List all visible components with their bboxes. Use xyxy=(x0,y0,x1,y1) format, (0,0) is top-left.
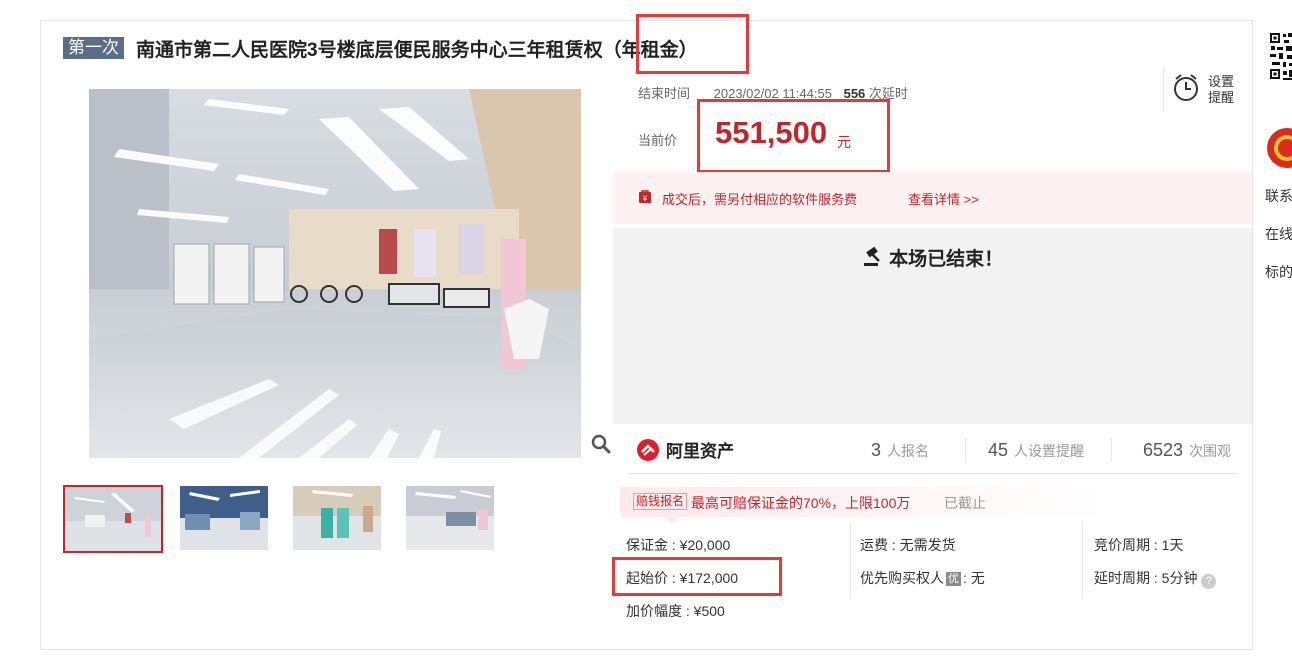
end-time-label: 结束时间 xyxy=(638,86,691,101)
title-text: 南通市第二人民医院3号楼底层便民服务中心三年租赁权 xyxy=(136,39,603,61)
priority-buyer-row: 优先购买权人优: 无 xyxy=(860,568,985,588)
set-reminder-button[interactable]: 设置提醒 xyxy=(1163,68,1252,112)
set-reminder-label: 设置提醒 xyxy=(1208,74,1235,105)
auction-ended-text: 本场已结束！ xyxy=(889,249,1004,270)
page-title: 第一次 南通市第二人民医院3号楼底层便民服务中心三年租赁权 （年租金） xyxy=(63,34,698,62)
svg-text:¥: ¥ xyxy=(642,194,648,203)
delay-count: 556 xyxy=(843,86,866,101)
auction-status-area: 本场已结束！ xyxy=(613,228,1252,424)
target-label[interactable]: 标的 xyxy=(1265,262,1292,282)
reminder-label: 人设置提醒 xyxy=(1014,443,1085,459)
current-price-value: 551,500 xyxy=(715,115,828,150)
alibaba-assets-logo: 阿里资产 xyxy=(636,437,734,462)
help-icon[interactable]: ? xyxy=(1201,574,1217,589)
compensation-status: 已截止 xyxy=(944,495,986,511)
end-time-value: 2023/02/02 11:44:55 xyxy=(713,86,832,101)
auction-round-badge: 第一次 xyxy=(63,37,124,59)
thumbnail-2[interactable] xyxy=(180,486,268,550)
thumbnail-1[interactable] xyxy=(63,485,163,553)
delay-cycle-value: 延时周期 : 5分钟 xyxy=(1094,570,1198,586)
fee-notice-text: 成交后，需另付相应的软件服务费 xyxy=(662,192,858,207)
contact-label[interactable]: 联系 xyxy=(1265,186,1292,206)
compensation-text: 最高可赔保证金的70%，上限100万 xyxy=(691,495,911,511)
increment-value: 加价幅度 : ¥500 xyxy=(626,603,725,619)
start-price-value: 起始价 : ¥172,000 xyxy=(626,570,739,586)
registered-stat: 3 人报名 xyxy=(871,440,929,461)
priority-buyer-value: : 无 xyxy=(963,570,985,586)
alibaba-assets-logo-icon xyxy=(637,438,659,461)
zoom-icon[interactable] xyxy=(590,433,612,455)
auction-ended-message: 本场已结束！ xyxy=(613,244,1252,271)
gavel-icon xyxy=(862,246,889,270)
main-photo[interactable] xyxy=(89,89,581,458)
views-label: 次围观 xyxy=(1189,443,1232,459)
title-suffix: （年租金） xyxy=(602,39,698,61)
bid-cycle-value: 竞价周期 : 1天 xyxy=(1094,537,1184,553)
deposit-value: 保证金 : ¥20,000 xyxy=(626,537,731,553)
right-sidebar xyxy=(1252,20,1292,650)
registered-count: 3 xyxy=(871,440,882,460)
alibaba-assets-text: 阿里资产 xyxy=(666,442,734,461)
delay-cycle-row: 延时周期 : 5分钟? xyxy=(1094,568,1217,589)
views-stat: 6523 次围观 xyxy=(1143,440,1231,461)
delay-label: 次延时 xyxy=(868,86,908,101)
compensation-badge: 赔钱报名 xyxy=(633,493,688,510)
alarm-clock-icon xyxy=(1172,73,1200,108)
views-count: 6523 xyxy=(1143,440,1184,460)
stat-divider xyxy=(965,438,966,462)
court-emblem-icon xyxy=(1265,126,1292,175)
bag-icon: ¥ xyxy=(638,189,652,204)
online-label[interactable]: 在线 xyxy=(1265,224,1292,244)
thumbnail-strip xyxy=(63,485,519,553)
main-image-container xyxy=(63,89,613,458)
fee-details-link[interactable]: 查看详情 >> xyxy=(908,189,979,208)
current-price-unit: 元 xyxy=(837,134,851,150)
detail-divider xyxy=(850,522,851,598)
stats-divider-line xyxy=(628,473,1238,474)
stat-divider xyxy=(1111,438,1112,462)
detail-divider xyxy=(1082,522,1083,598)
thumbnail-4[interactable] xyxy=(406,486,494,550)
shipping-value: 运费 : 无需发货 xyxy=(860,537,956,553)
thumbnail-3[interactable] xyxy=(293,486,381,550)
priority-buyer-label: 优先购买权人 xyxy=(860,570,944,586)
reminder-stat: 45 人设置提醒 xyxy=(988,440,1084,461)
qr-code-icon[interactable] xyxy=(1269,32,1292,109)
compensation-pointer xyxy=(666,517,678,524)
reminder-count: 45 xyxy=(988,440,1009,460)
registered-label: 人报名 xyxy=(887,443,930,459)
current-price-label: 当前价 xyxy=(638,133,678,148)
end-time-row: 结束时间 2023/02/02 11:44:55 556 次延时 xyxy=(638,83,908,102)
priority-badge: 优 xyxy=(946,572,961,586)
